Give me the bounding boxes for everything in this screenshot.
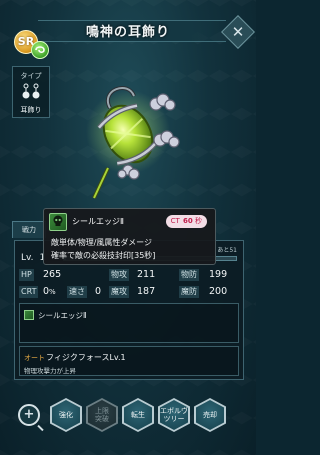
header: 鳴神の耳飾り SR ✕ bbox=[0, 8, 256, 59]
ct-label: CT bbox=[170, 217, 180, 225]
bottom-action-bar: + 強化 上限 突破 転生 エボルヴ ツリー 売却 bbox=[0, 398, 256, 434]
type-panel: タイプ 耳飾り bbox=[12, 66, 50, 118]
stat-tag-speed: 速さ bbox=[67, 286, 87, 298]
crt-unit: % bbox=[49, 288, 56, 296]
page-title: 鳴神の耳飾り bbox=[85, 25, 170, 40]
limit-break-label-1: 上限 bbox=[95, 407, 109, 415]
type-name: 耳飾り bbox=[20, 106, 42, 114]
skill-tooltip: シールエッジⅡ CT 60 秒 敵単体/物理/風属性ダメージ 確率で敵の必殺技封… bbox=[43, 208, 216, 265]
skull-icon bbox=[53, 215, 63, 226]
stat-tag-mag-atk: 魔攻 bbox=[109, 286, 129, 298]
enhance-button[interactable]: 強化 bbox=[50, 398, 82, 432]
stat-tag-phys-def: 物防 bbox=[179, 269, 199, 281]
evolve-tree-button[interactable]: エボルヴ ツリー bbox=[158, 398, 190, 432]
sell-label: 売却 bbox=[196, 400, 224, 430]
earring-illustration bbox=[86, 86, 180, 199]
skill-desc-line-1: 敵単体/物理/風属性ダメージ bbox=[51, 238, 152, 247]
skill-description: 敵単体/物理/風属性ダメージ 確率で敵の必殺技封印[35秒] bbox=[51, 236, 155, 262]
auto-skill-desc: 物理攻撃力が上昇 bbox=[24, 367, 76, 375]
skill-desc-line-2: 確率で敵の必殺技封印[35秒] bbox=[51, 251, 156, 260]
reincarnate-button[interactable]: 転生 bbox=[122, 398, 154, 432]
stat-row-2: CRT 0% 速さ 0 魔攻 187 魔防 200 bbox=[19, 284, 241, 300]
auto-skill-name: フィジクフォースLv.1 bbox=[46, 353, 126, 362]
skill-slot-icon bbox=[24, 310, 34, 320]
skill-slot[interactable]: シールエッジⅡ bbox=[19, 303, 239, 343]
ct-value: 60 bbox=[183, 217, 193, 225]
skill-skull-icon bbox=[49, 213, 67, 231]
level-remaining: あと51 bbox=[217, 247, 237, 254]
ct-unit: 秒 bbox=[195, 217, 202, 225]
enhance-label: 強化 bbox=[52, 400, 80, 430]
skill-slot-name: シールエッジⅡ bbox=[38, 311, 87, 320]
type-label: タイプ bbox=[20, 72, 42, 80]
zoom-in-icon: + bbox=[23, 407, 35, 422]
auto-tag: オート bbox=[24, 354, 45, 362]
stat-value-mag-atk: 187 bbox=[137, 286, 156, 297]
skill-name: シールエッジⅡ bbox=[72, 217, 124, 226]
zoom-button[interactable]: + bbox=[18, 404, 40, 426]
stat-value-mag-def: 200 bbox=[209, 286, 228, 297]
limit-break-label: 上限 突破 bbox=[88, 400, 116, 430]
ct-badge: CT 60 秒 bbox=[165, 215, 207, 228]
stat-value-phys-atk: 211 bbox=[137, 269, 156, 280]
level-row: Lv.1 bbox=[21, 253, 45, 263]
stat-row-1: HP 265 物攻 211 物防 199 bbox=[19, 267, 241, 283]
stat-tag-hp: HP bbox=[19, 269, 34, 281]
stat-value-phys-def: 199 bbox=[209, 269, 228, 280]
reincarnate-label: 転生 bbox=[124, 400, 152, 430]
evolve-tree-label: エボルヴ ツリー bbox=[160, 400, 188, 430]
tab-power[interactable]: 戦力 bbox=[12, 221, 46, 238]
level-label: Lv. bbox=[21, 253, 34, 263]
stat-value-crt: 0% bbox=[43, 286, 56, 298]
stat-grid: HP 265 物攻 211 物防 199 CRT 0% 速さ 0 魔攻 187 … bbox=[19, 267, 241, 301]
stat-value-hp: 265 bbox=[43, 269, 62, 280]
evolve-tree-label-2: ツリー bbox=[163, 415, 185, 423]
stat-tag-crt: CRT bbox=[19, 286, 39, 298]
evolve-tree-label-1: エボルヴ bbox=[160, 407, 188, 415]
auto-skill-box: オート フィジクフォースLv.1 物理攻撃力が上昇 bbox=[19, 346, 239, 376]
close-icon[interactable]: ✕ bbox=[227, 21, 249, 43]
stat-value-speed: 0 bbox=[95, 286, 102, 297]
wind-element-icon bbox=[31, 41, 49, 59]
earring-pair-icon bbox=[22, 83, 40, 99]
limit-break-label-2: 突破 bbox=[95, 415, 109, 423]
earring-type-icon bbox=[13, 82, 49, 103]
stat-tag-phys-atk: 物攻 bbox=[109, 269, 129, 281]
wind-swirl-icon bbox=[35, 46, 45, 54]
limit-break-button[interactable]: 上限 突破 bbox=[86, 398, 118, 432]
stat-tag-mag-def: 魔防 bbox=[179, 286, 199, 298]
sell-button[interactable]: 売却 bbox=[194, 398, 226, 432]
